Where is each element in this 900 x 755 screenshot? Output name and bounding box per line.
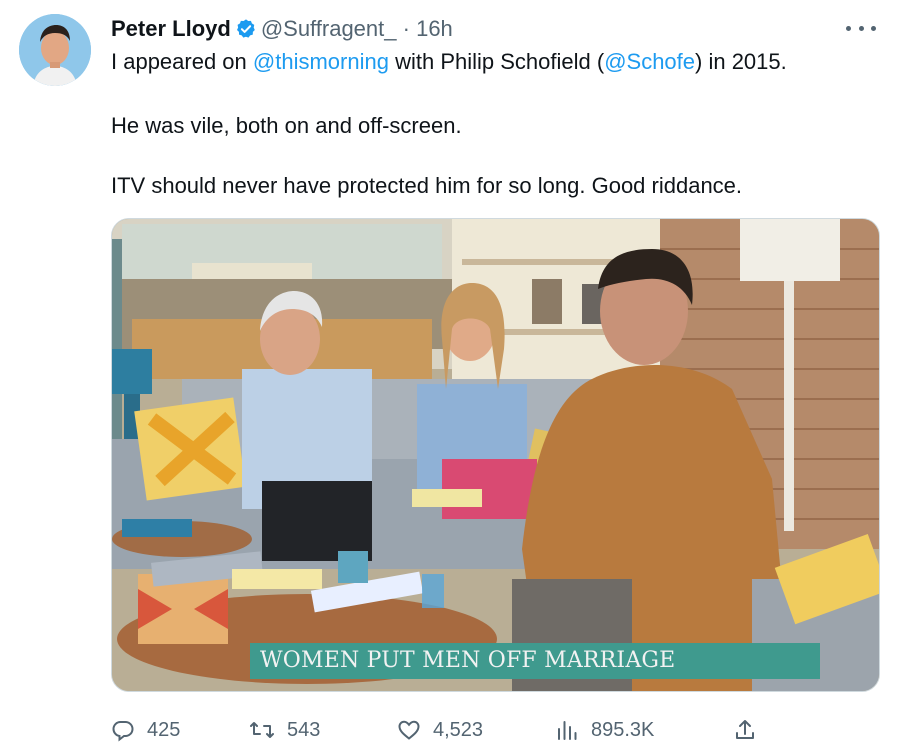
like-button[interactable]: 4,523 <box>397 714 483 746</box>
retweet-button[interactable]: 543 <box>249 714 320 746</box>
tweet-timestamp[interactable]: 16h <box>416 16 453 41</box>
reply-icon <box>112 721 134 742</box>
retweet-count: 543 <box>287 718 321 741</box>
tweet-media-image[interactable]: WOMEN PUT MEN OFF MARRIAGE <box>111 218 880 692</box>
avatar[interactable] <box>19 14 91 86</box>
tweet-paragraph-1: I appeared on @thismorning with Philip S… <box>111 48 787 76</box>
text-segment: ) in 2015. <box>695 49 787 74</box>
more-options-icon[interactable] <box>846 16 876 40</box>
author-handle[interactable]: @Suffragent_ <box>261 16 397 41</box>
text-segment: I appeared on <box>111 49 253 74</box>
more-dot <box>858 25 864 31</box>
verified-badge-icon <box>235 18 257 48</box>
tv-studio-scene <box>112 219 879 691</box>
reply-button[interactable]: 425 <box>111 714 180 746</box>
reply-count: 425 <box>147 718 181 741</box>
tweet-actions: 425 543 4,523 895.3K <box>111 714 871 746</box>
more-dot <box>871 25 876 31</box>
views-button[interactable]: 895.3K <box>555 714 654 746</box>
tweet-paragraph-2: He was vile, both on and off-screen. <box>111 113 462 138</box>
avatar-image <box>19 14 91 86</box>
like-count: 4,523 <box>433 718 484 741</box>
retweet-icon <box>250 722 274 738</box>
views-chart-icon <box>558 721 577 740</box>
mention-schofe[interactable]: @Schofe <box>604 49 695 74</box>
text-segment: with Philip Schofield ( <box>388 49 605 74</box>
views-count: 895.3K <box>591 718 655 741</box>
mention-thismorning[interactable]: @thismorning <box>253 49 389 74</box>
tweet-paragraph-3: ITV should never have protected him for … <box>111 173 743 198</box>
share-button[interactable] <box>733 714 769 746</box>
tweet-header: Peter Lloyd @Suffragent_ · 16h <box>111 14 453 48</box>
author-name[interactable]: Peter Lloyd <box>111 16 231 41</box>
lower-third-caption: WOMEN PUT MEN OFF MARRIAGE <box>250 643 820 679</box>
share-icon <box>736 720 754 739</box>
heart-icon <box>398 720 420 740</box>
separator-dot: · <box>402 16 410 41</box>
more-dot <box>846 25 851 31</box>
